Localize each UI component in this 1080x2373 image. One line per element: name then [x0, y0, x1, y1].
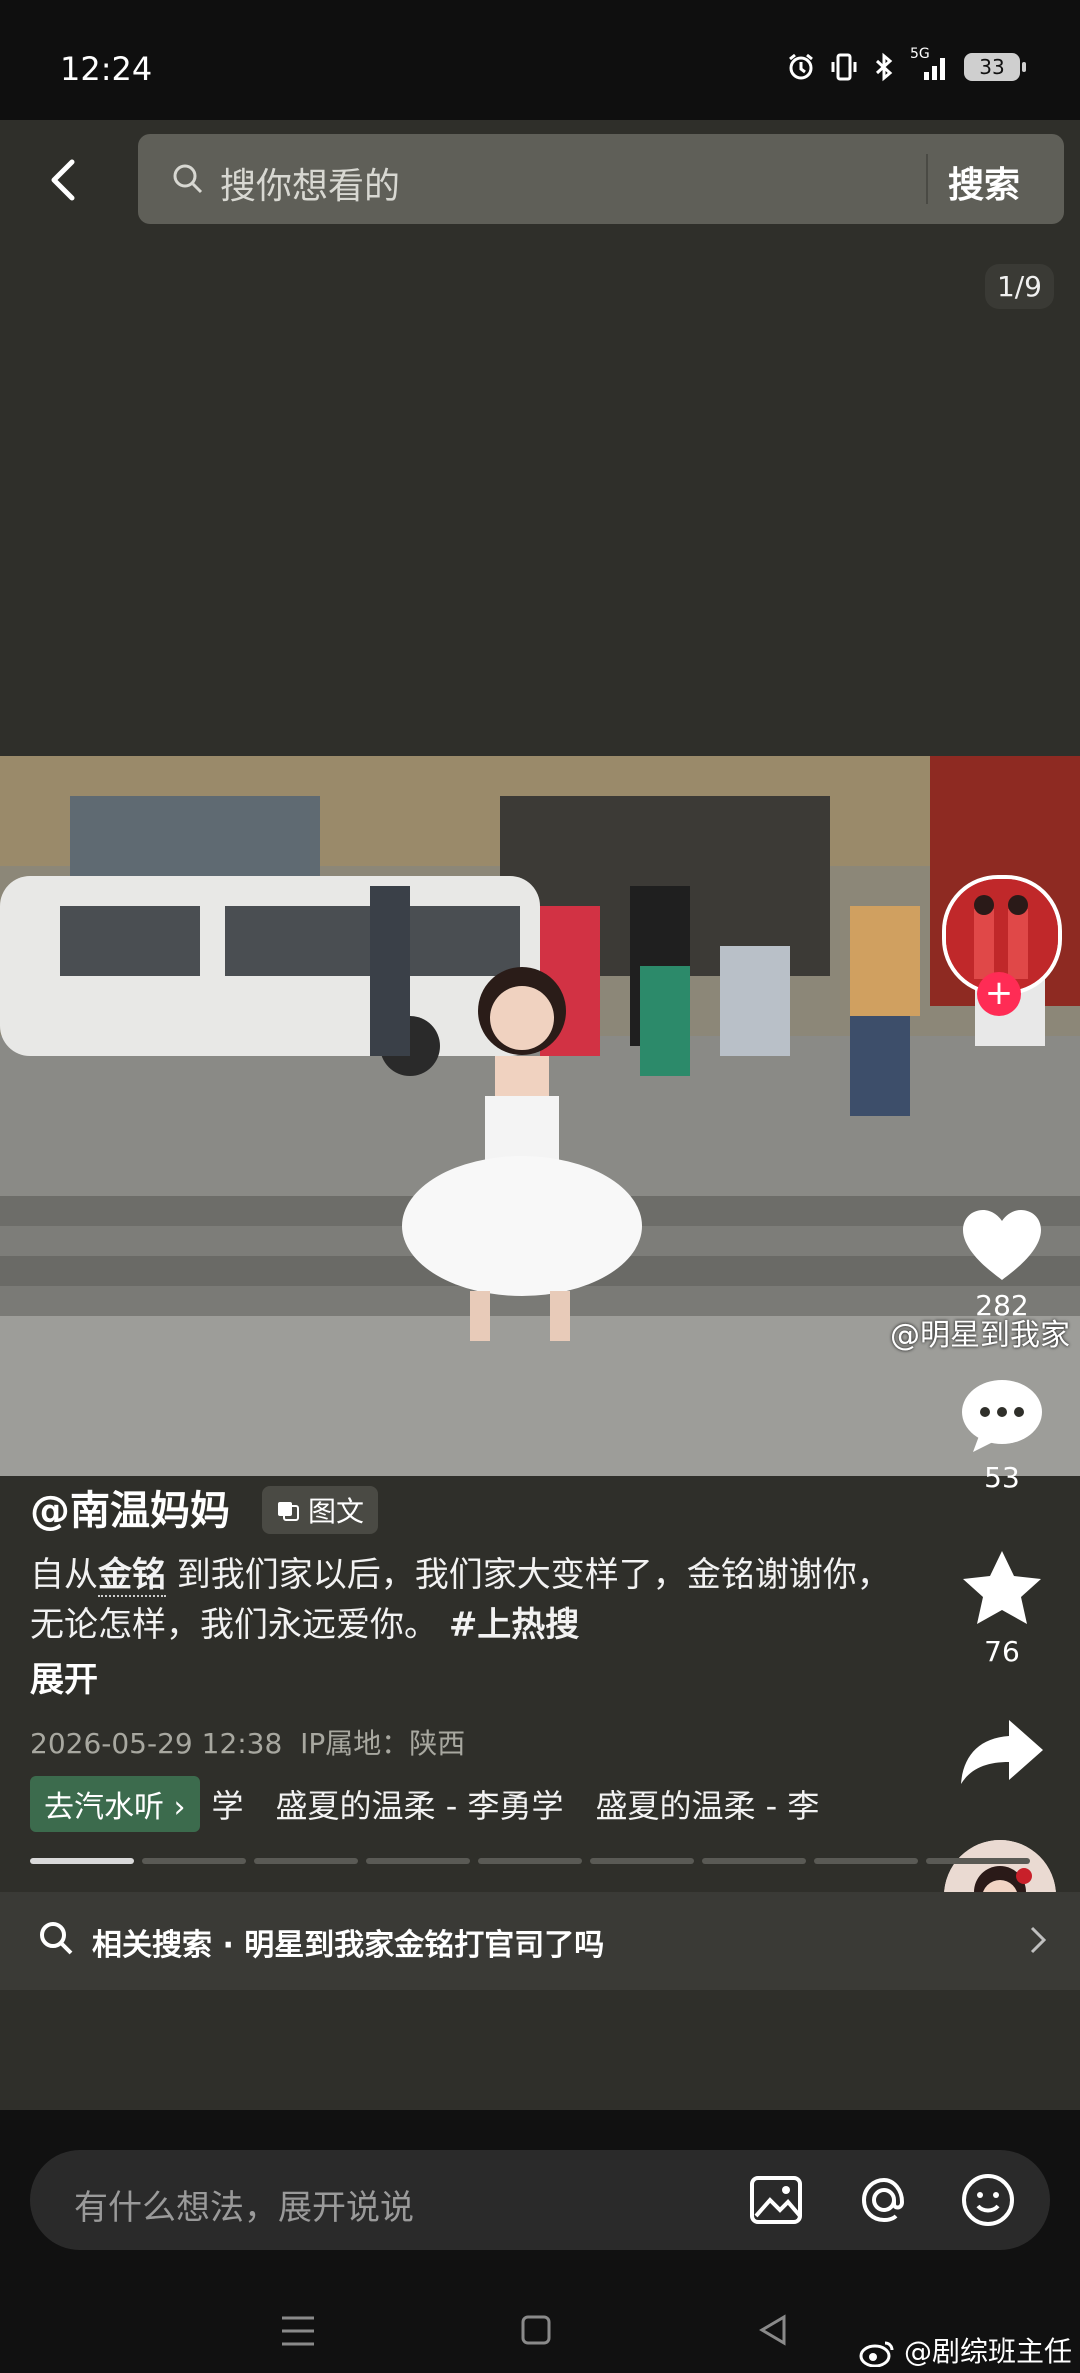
music-chip-label: 去汽水听 [44, 1790, 164, 1825]
credit-text: @剧综班主任 [903, 2335, 1072, 2368]
status-bar: 12:24 5G 33 [0, 0, 1080, 120]
alarm-icon [789, 53, 813, 80]
related-search-bar[interactable]: 相关搜索 · 明星到我家金铭打官司了吗 [0, 1892, 1080, 1990]
post-caption: 自从金铭 到我们家以后，我们家大变样了，金铭谢谢你，无论怎样，我们永远爱你。 #… [30, 1550, 910, 1650]
share-icon [961, 1720, 1043, 1784]
comment-icon [962, 1380, 1042, 1452]
search-icon [173, 164, 203, 194]
network-type: 5G [910, 46, 930, 62]
related-search-text: 相关搜索 · 明星到我家金铭打官司了吗 [92, 1928, 605, 1963]
post-type-label: 图文 [308, 1495, 365, 1528]
status-time: 12:24 [60, 50, 153, 88]
comment-input[interactable]: 有什么想法，展开说说 [74, 2180, 414, 2229]
favorite-button[interactable]: 76 [937, 1548, 1067, 1668]
search-button[interactable]: 搜索 [948, 156, 1020, 208]
like-button[interactable]: 282 [937, 1206, 1067, 1322]
post-date: 2026-05-29 12:38 [30, 1727, 283, 1760]
page-dot [814, 1858, 918, 1864]
share-button[interactable] [937, 1716, 1067, 1795]
post-type-badge: 图文 [262, 1486, 379, 1534]
post-meta: 2026-05-29 12:38 IP属地：陕西 [30, 1722, 465, 1762]
comment-button[interactable]: 53 [937, 1378, 1067, 1494]
emoji-icon[interactable] [960, 2172, 1016, 2228]
chevron-right-icon [1030, 1926, 1047, 1954]
music-track: 学 盛夏的温柔 - 李勇学 盛夏的温柔 - 李 [211, 1787, 820, 1825]
menu-icon[interactable] [280, 2314, 316, 2348]
page-dot [254, 1858, 358, 1864]
page-dot [142, 1858, 246, 1864]
source-credit: @剧综班主任 [859, 2330, 1072, 2370]
post-ip-location: IP属地：陕西 [300, 1727, 466, 1760]
page-dot [478, 1858, 582, 1864]
music-chip[interactable]: 去汽水听 › [30, 1776, 200, 1832]
follow-button[interactable]: + [977, 972, 1021, 1016]
battery-icon: 33 [964, 53, 1026, 81]
like-count: 282 [975, 1289, 1029, 1322]
caption-prefix: 自从 [30, 1555, 98, 1595]
image-picker-icon[interactable] [748, 2172, 804, 2228]
comment-count: 53 [984, 1461, 1020, 1494]
vibrate-icon [831, 53, 857, 81]
heart-icon [963, 1210, 1041, 1280]
caption-highlight-link[interactable]: 金铭 [98, 1555, 166, 1597]
search-divider [926, 154, 928, 204]
comment-input-bar[interactable]: 有什么想法，展开说说 [30, 2150, 1050, 2250]
page-dot [590, 1858, 694, 1864]
status-icons: 5G 33 [786, 46, 1026, 82]
back-arrow-icon[interactable] [34, 150, 94, 210]
search-icon [40, 1922, 73, 1955]
page-dot [30, 1858, 134, 1864]
image-text-icon [278, 1502, 299, 1521]
home-icon[interactable] [520, 2314, 552, 2346]
post-photo[interactable] [0, 756, 1080, 1476]
page-dot [926, 1858, 1030, 1864]
image-counter: 1/9 [984, 264, 1054, 309]
bluetooth-icon [875, 52, 893, 82]
author-name[interactable]: @南温妈妈 [30, 1478, 230, 1536]
mention-icon[interactable] [856, 2172, 912, 2228]
favorite-count: 76 [984, 1635, 1020, 1668]
star-icon [963, 1551, 1041, 1624]
music-row[interactable]: 去汽水听 › 学 盛夏的温柔 - 李勇学 盛夏的温柔 - 李 [30, 1776, 850, 1832]
page-dot [366, 1858, 470, 1864]
search-bar[interactable]: 搜你想看的 搜索 [138, 134, 1064, 224]
search-input[interactable]: 搜你想看的 [220, 157, 400, 209]
expand-button[interactable]: 展开 [30, 1652, 98, 1701]
signal-icon: 5G [910, 46, 950, 82]
caption-hashtag[interactable]: #上热搜 [449, 1605, 580, 1645]
page-dot [702, 1858, 806, 1864]
weibo-logo-icon [859, 2341, 894, 2368]
page-indicator [30, 1858, 1030, 1864]
back-triangle-icon[interactable] [758, 2314, 788, 2346]
